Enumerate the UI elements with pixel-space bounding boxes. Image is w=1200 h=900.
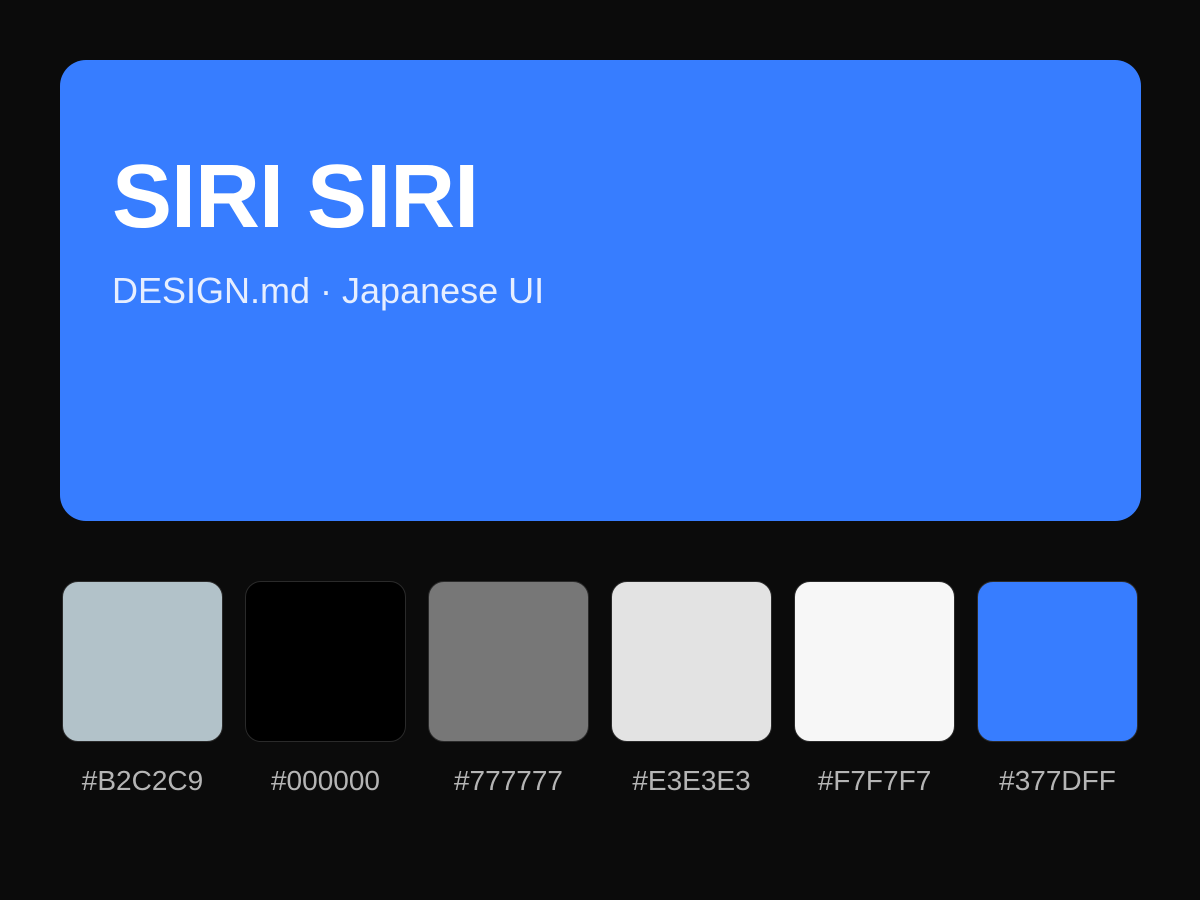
hero-banner: SIRI SIRI DESIGN.md · Japanese UI xyxy=(60,60,1141,521)
color-swatch-label-1: #B2C2C9 xyxy=(81,765,204,796)
color-swatch-4 xyxy=(611,581,772,742)
color-swatch-label-2: #000000 xyxy=(270,765,380,796)
color-swatch-label-4: #E3E3E3 xyxy=(632,765,751,796)
color-swatch-2 xyxy=(245,581,406,742)
color-swatch-1 xyxy=(62,581,223,742)
color-swatch-3 xyxy=(428,581,589,742)
color-swatch-5 xyxy=(794,581,955,742)
color-swatch-label-3: #777777 xyxy=(453,765,563,796)
palette-card-page: SIRI SIRI DESIGN.md · Japanese UI #B2C2C… xyxy=(0,0,1200,900)
color-swatch-6 xyxy=(977,581,1138,742)
hero-title: SIRI SIRI xyxy=(112,147,479,247)
hero-subtitle: DESIGN.md · Japanese UI xyxy=(112,270,545,311)
color-swatch-label-5: #F7F7F7 xyxy=(817,765,932,796)
color-swatch-label-6: #377DFF xyxy=(999,765,1116,796)
